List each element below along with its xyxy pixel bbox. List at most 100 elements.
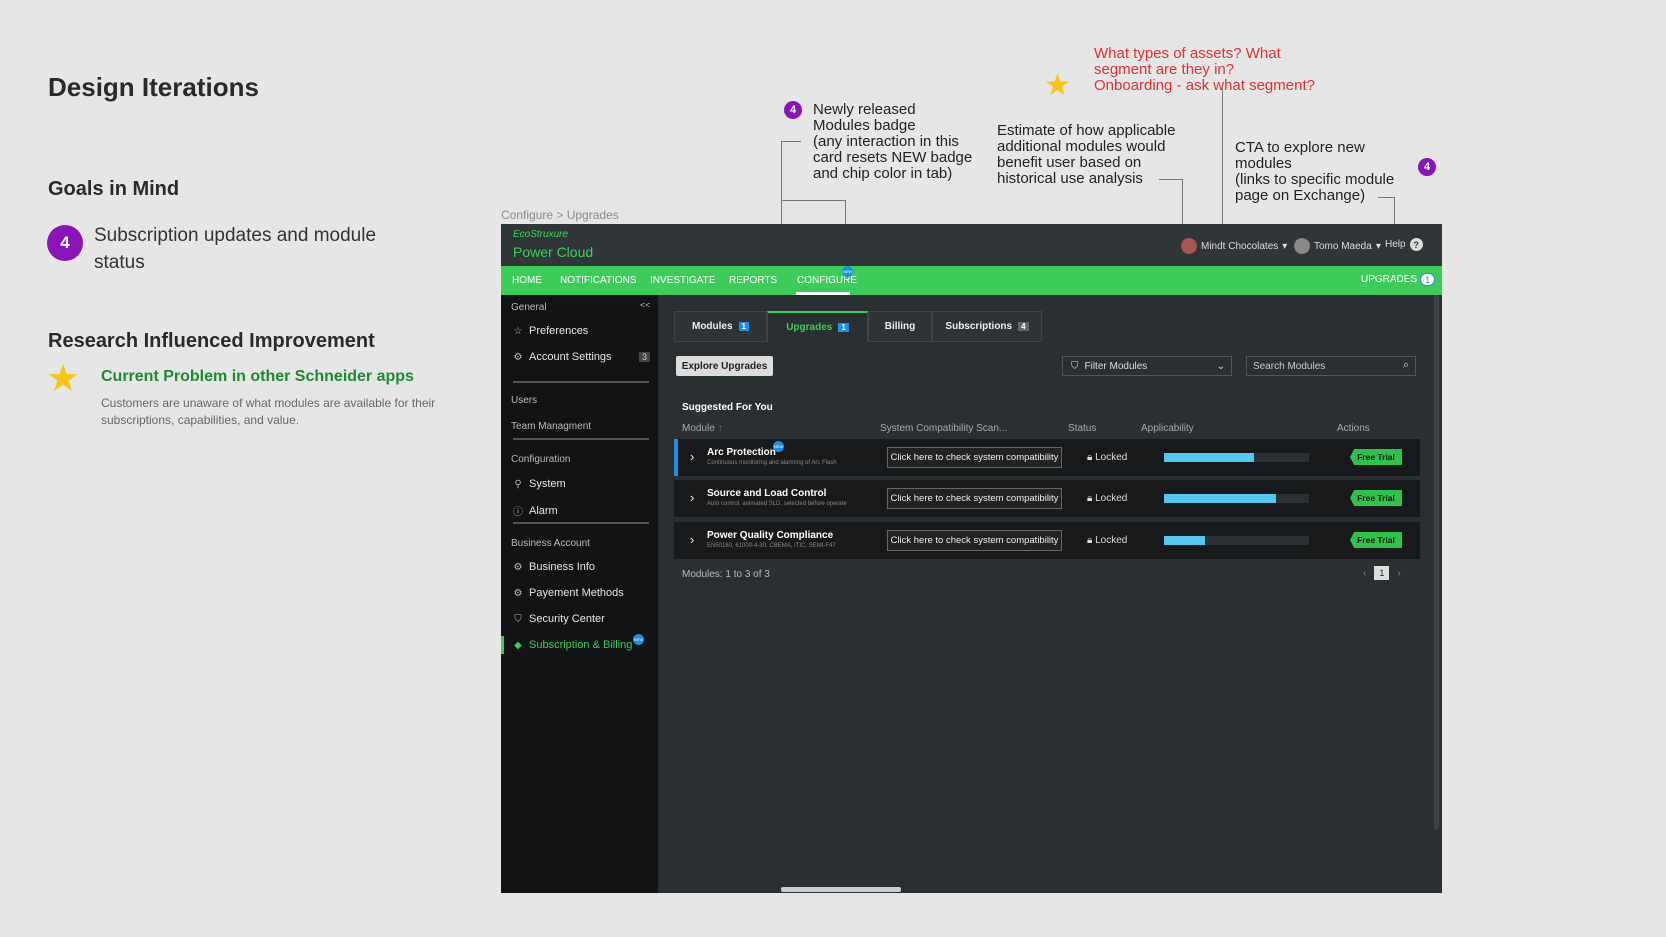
scrollbar[interactable] [1434, 295, 1439, 830]
nav-home[interactable]: HOME [512, 275, 542, 286]
module-name: Arc Protection [707, 447, 776, 458]
prev-page-icon[interactable]: ‹ [1363, 568, 1366, 579]
status-locked: 🔒︎ Locked [1087, 493, 1127, 504]
table-row[interactable]: › Source and Load Control Auto control, … [674, 480, 1420, 517]
user-name: Tomo Maeda [1314, 240, 1372, 252]
free-trial-button[interactable]: Free Trial [1350, 449, 1402, 465]
filter-modules-select[interactable]: ⛉ Filter Modules ⌄ [1062, 356, 1232, 376]
note-line: card resets NEW badge [813, 149, 973, 166]
sidebar-item-users[interactable]: Users [511, 395, 537, 406]
chevron-right-icon[interactable]: › [690, 532, 694, 547]
note-line: page on Exchange) [1235, 187, 1366, 204]
chevron-down-icon: ▾ [1375, 240, 1381, 252]
free-trial-button[interactable]: Free Trial [1350, 490, 1402, 506]
column-label: Module [682, 423, 715, 434]
nav-reports[interactable]: REPORTS [729, 275, 777, 286]
tab-label: Modules [691, 321, 733, 332]
free-trial-button[interactable]: Free Trial [1350, 532, 1402, 548]
org-switcher[interactable]: Mindt Chocolates ▾ [1181, 238, 1287, 254]
sidebar-active-indicator [501, 636, 504, 654]
research-heading: Research Influenced Improvement [48, 330, 375, 352]
main-content: Modules 1 Upgrades 1 Billing Subscriptions… [658, 295, 1442, 893]
next-page-icon[interactable]: › [1397, 568, 1400, 579]
logo-title[interactable]: Power Cloud [513, 244, 593, 260]
tab-label: Billing [884, 321, 916, 332]
column-header-applicability: Applicability [1141, 423, 1194, 434]
chevron-right-icon[interactable]: › [690, 490, 694, 505]
tab-billing[interactable]: Billing [868, 311, 932, 342]
breadcrumb: Configure > Upgrades [501, 208, 619, 222]
page-number[interactable]: 1 [1374, 566, 1390, 580]
sidebar-item-system[interactable]: ⚲ System [513, 478, 565, 490]
shield-icon: ⛉ [514, 613, 522, 625]
status-locked: 🔒︎ Locked [1087, 535, 1127, 546]
upgrades-count-badge: 1 [1420, 273, 1436, 286]
column-header-status: Status [1068, 423, 1097, 434]
chevron-right-icon[interactable]: › [690, 449, 694, 464]
applicability-bar [1164, 453, 1309, 462]
note-line: (any interaction in this [813, 133, 959, 150]
billing-icon: ◆ [514, 639, 522, 651]
filter-icon: ⛉ [1071, 360, 1079, 372]
column-header-module[interactable]: Module ↑ [682, 423, 723, 434]
user-menu[interactable]: Tomo Maeda ▾ [1294, 238, 1381, 254]
compatibility-check-button[interactable]: Click here to check system compatibility [887, 447, 1062, 468]
chevron-down-icon: ⌄ [1216, 360, 1225, 372]
page-title: Design Iterations [48, 72, 259, 102]
goal-text: Subscription updates and module status [94, 225, 377, 273]
nav-upgrades-label: UPGRADES [1361, 274, 1418, 285]
tab-modules[interactable]: Modules 1 [674, 311, 767, 342]
column-header-actions: Actions [1337, 423, 1370, 434]
sidebar-item-label: Preferences [529, 325, 589, 337]
horizontal-scrollbar[interactable] [781, 887, 901, 892]
module-name: Source and Load Control [707, 488, 827, 499]
sidebar-item-label: Security Center [529, 613, 605, 625]
compatibility-check-button[interactable]: Click here to check system compatibility [887, 530, 1062, 551]
note-line: benefit user based on [997, 154, 1142, 171]
modules-count: Modules: 1 to 3 of 3 [682, 569, 770, 580]
nav-investigate[interactable]: INVESTIGATE [650, 275, 715, 286]
table-row[interactable]: › Power Quality Compliance EN50160, 6100… [674, 522, 1420, 559]
sidebar-item-label: Alarm [529, 504, 558, 517]
connector-line [1378, 197, 1394, 198]
applicability-bar [1164, 494, 1309, 503]
sidebar: General << ☆ Preferences ⚙ Account Setting… [501, 295, 658, 893]
estimate-note: Estimate of how applicable additional mo… [997, 123, 1175, 187]
note-line: segment are they in? [1094, 61, 1235, 78]
tab-subscriptions[interactable]: Subscriptions 4 [932, 311, 1042, 342]
chevron-down-icon: ▾ [1282, 240, 1288, 252]
note-line: Estimate of how applicable [997, 122, 1176, 139]
sidebar-item-label: Subscription & Billing [529, 639, 633, 651]
explore-upgrades-button[interactable]: Explore Upgrades [676, 356, 773, 376]
tab-upgrades[interactable]: Upgrades 1 [767, 311, 868, 342]
sidebar-item-team-management[interactable]: Team Managment [511, 421, 591, 432]
sidebar-divider [513, 381, 649, 383]
sidebar-item-alarm[interactable]: ⓘ Alarm [513, 503, 558, 519]
alarm-icon: ⓘ [513, 507, 523, 518]
problem-title: Current Problem in other Schneider apps [101, 368, 414, 385]
sidebar-item-payment-methods[interactable]: ⚙ Payement Methods [513, 587, 624, 599]
sidebar-item-label: Account Settings [529, 351, 612, 363]
sidebar-item-security-center[interactable]: ⛉ Security Center [513, 613, 605, 625]
sort-icon: ↑ [717, 423, 723, 434]
status-label: Locked [1095, 535, 1128, 546]
collapse-icon[interactable]: << [640, 300, 651, 310]
help-link[interactable]: Help ? [1385, 238, 1423, 251]
segment-question-note: What types of assets? What segment are t… [1094, 46, 1315, 94]
new-badge: NEW [842, 266, 853, 277]
compatibility-check-button[interactable]: Click here to check system compatibility [887, 488, 1062, 509]
nav-notifications[interactable]: NOTIFICATIONS [560, 275, 636, 286]
sidebar-item-subscription-billing[interactable]: ◆ Subscription & Billing [513, 639, 632, 651]
sidebar-item-preferences[interactable]: ☆ Preferences [513, 325, 589, 337]
lock-icon: 🔒︎ [1087, 493, 1093, 504]
table-row[interactable]: › Arc Protection NEW Continuous monitori… [674, 439, 1420, 476]
sidebar-item-label: Business Info [529, 561, 596, 573]
search-input[interactable]: Search Modules ⌕ [1246, 356, 1416, 376]
note-line: and chip color in tab) [813, 165, 953, 182]
sidebar-item-account-settings[interactable]: ⚙ Account Settings [513, 351, 612, 363]
tab-count: 4 [1018, 322, 1029, 331]
applicability-fill [1164, 453, 1254, 462]
nav-upgrades[interactable]: UPGRADES 1 [1361, 273, 1436, 286]
sidebar-item-business-info[interactable]: ⚙ Business Info [513, 561, 596, 573]
lock-icon: 🔒︎ [1087, 452, 1093, 463]
